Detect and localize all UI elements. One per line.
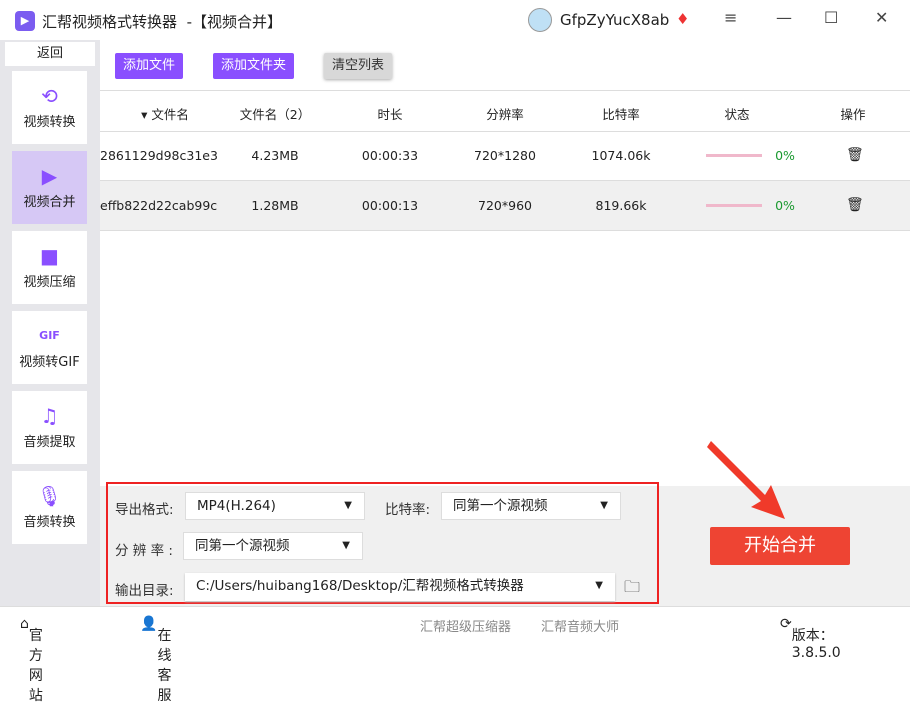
- maximize-button[interactable]: ☐: [824, 8, 838, 27]
- nav-label: 视频合并: [23, 195, 76, 210]
- chevron-down-icon: ▼: [342, 540, 350, 551]
- col-filename[interactable]: ▾ 文件名: [120, 104, 210, 123]
- output-dir-select[interactable]: C:/Users/huibang168/Desktop/汇帮视频格式转换器 ▼: [185, 573, 615, 601]
- app-name: 汇帮视频格式转换器: [42, 13, 178, 31]
- compressor-link[interactable]: 汇帮超级压缩器: [420, 616, 511, 635]
- bitrate: 1074.06k: [591, 148, 651, 163]
- menu-icon[interactable]: ≡: [724, 8, 737, 27]
- folder-open-icon[interactable]: 🗀: [624, 576, 640, 603]
- nav-label: 音频转换: [23, 515, 76, 530]
- app-logo-icon: ▶: [15, 11, 35, 31]
- format-label: 导出格式:: [115, 502, 174, 518]
- col-action: 操作: [840, 107, 866, 122]
- nav-label: 视频转换: [23, 115, 76, 130]
- sidebar-item-video-convert[interactable]: ⟲ 视频转换: [12, 71, 87, 144]
- table-header: ▾ 文件名 文件名（2） 时长 分辨率 比特率 状态 操作: [100, 90, 910, 132]
- website-link[interactable]: ⌂ 官方网站: [20, 616, 43, 704]
- col-status: 状态: [724, 107, 750, 122]
- bitrate-label: 比特率:: [385, 502, 431, 518]
- col-filename2: 文件名（2）: [239, 107, 311, 122]
- vip-diamond-icon[interactable]: ♦: [676, 10, 689, 28]
- sidebar-item-video-gif[interactable]: GIF 视频转GIF: [12, 311, 87, 384]
- sidebar-item-video-compress[interactable]: ■ 视频压缩: [12, 231, 87, 304]
- format-select[interactable]: MP4(H.264) ▼: [185, 492, 365, 520]
- sidebar: 返回 ⟲ 视频转换 ▶ 视频合并 ■ 视频压缩 GIF 视频转GIF ♫ 音频提取 🎙 音频…: [0, 40, 100, 606]
- output-value: C:/Users/huibang168/Desktop/汇帮视频格式转换器: [196, 578, 524, 594]
- progress-text: 0%: [775, 198, 795, 213]
- trash-icon[interactable]: 🗑: [846, 147, 864, 163]
- footer: ⌂ 官方网站 👤 在线客服 汇帮超级压缩器 汇帮音频大师 ⟳ 版本：3.8.5.…: [0, 606, 910, 704]
- progress-bar: [706, 204, 762, 207]
- support-link[interactable]: 👤 在线客服: [140, 616, 171, 704]
- resolution-label: 分 辨 率 :: [115, 543, 173, 559]
- support-label: 在线客服: [157, 628, 172, 704]
- file-name: 2861129d98c31e3c8: [100, 148, 218, 163]
- nav-label: 音频提取: [23, 435, 76, 450]
- music-note-icon: ♫: [40, 404, 59, 428]
- chevron-down-icon: ▼: [344, 500, 352, 511]
- red-arrow-icon: [707, 441, 785, 519]
- bitrate-value: 同第一个源视频: [453, 498, 548, 514]
- duration: 00:00:13: [361, 198, 419, 213]
- video-merge-icon: ▶: [41, 164, 58, 188]
- file-size: 4.23MB: [251, 148, 299, 163]
- bitrate: 819.66k: [595, 198, 647, 213]
- add-folder-button[interactable]: 添加文件夹: [213, 53, 295, 79]
- website-label: 官方网站: [28, 628, 43, 704]
- add-file-button[interactable]: 添加文件: [115, 53, 184, 79]
- header-label: 文件名: [151, 107, 189, 122]
- start-merge-button[interactable]: 开始合并: [710, 527, 850, 565]
- close-button[interactable]: ✕: [875, 8, 888, 27]
- minimize-button[interactable]: —: [776, 8, 792, 27]
- video-compress-icon: ■: [40, 244, 59, 268]
- audio-master-link[interactable]: 汇帮音频大师: [541, 616, 619, 635]
- page-subtitle: -【视频合并】: [186, 13, 282, 31]
- trash-icon[interactable]: 🗑: [846, 197, 864, 213]
- progress-bar: [706, 154, 762, 157]
- resolution-select[interactable]: 同第一个源视频 ▼: [183, 532, 363, 560]
- nav-label: 视频压缩: [23, 275, 76, 290]
- col-resolution: 分辨率: [486, 107, 524, 122]
- resolution: 720*1280: [474, 148, 536, 163]
- username[interactable]: GfpZyYucX8ab: [560, 11, 669, 29]
- file-name: effb822d22cab99c01: [100, 198, 218, 213]
- gif-icon: GIF: [39, 329, 60, 342]
- file-size: 1.28MB: [251, 198, 299, 213]
- sidebar-item-audio-convert[interactable]: 🎙 音频转换: [12, 471, 87, 544]
- clear-list-button[interactable]: 清空列表: [324, 53, 393, 79]
- chevron-down-icon: ▼: [600, 500, 608, 511]
- table-row[interactable]: effb822d22cab99c01 1.28MB 00:00:13 720*9…: [100, 181, 910, 231]
- avatar[interactable]: [528, 8, 552, 32]
- nav-label: 视频转GIF: [19, 355, 80, 370]
- col-duration: 时长: [377, 107, 403, 122]
- format-value: MP4(H.264): [197, 498, 276, 514]
- window-title: 汇帮视频格式转换器 -【视频合并】: [42, 11, 282, 32]
- title-bar: ▶ 汇帮视频格式转换器 -【视频合并】 GfpZyYucX8ab ♦ ≡ — ☐…: [0, 0, 910, 40]
- duration: 00:00:33: [361, 148, 419, 163]
- progress-text: 0%: [775, 148, 795, 163]
- version-info[interactable]: ⟳ 版本：3.8.5.0: [780, 616, 841, 661]
- output-label: 输出目录:: [115, 583, 174, 599]
- resolution-value: 同第一个源视频: [195, 538, 290, 554]
- resolution: 720*960: [478, 198, 532, 213]
- sidebar-item-video-merge[interactable]: ▶ 视频合并: [12, 151, 87, 224]
- col-bitrate: 比特率: [602, 107, 640, 122]
- back-button[interactable]: 返回: [5, 42, 95, 66]
- bitrate-select[interactable]: 同第一个源视频 ▼: [441, 492, 621, 520]
- version-label: 版本：3.8.5.0: [791, 628, 841, 661]
- video-convert-icon: ⟲: [41, 84, 58, 108]
- sidebar-item-audio-extract[interactable]: ♫ 音频提取: [12, 391, 87, 464]
- table-row[interactable]: 2861129d98c31e3c8 4.23MB 00:00:33 720*12…: [100, 131, 910, 181]
- chevron-down-icon: ▼: [595, 580, 603, 591]
- microphone-icon: 🎙: [36, 484, 63, 508]
